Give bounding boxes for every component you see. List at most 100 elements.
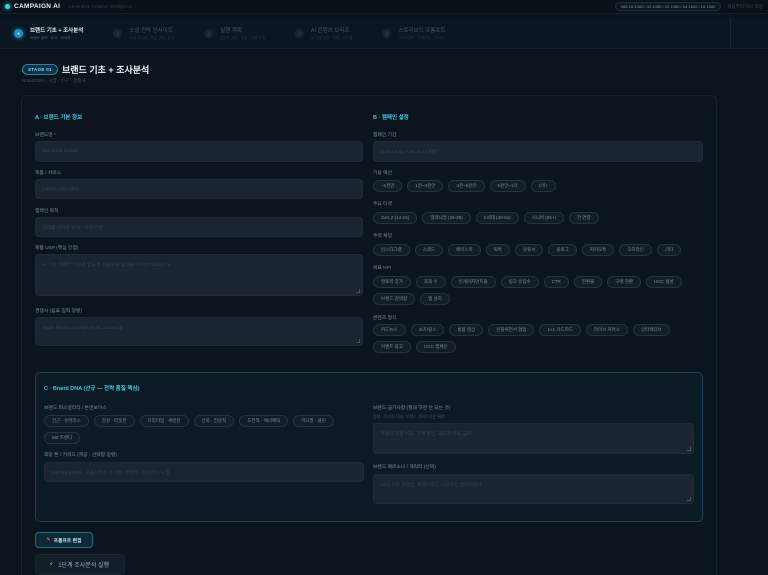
target-chip[interactable]: 전 연령 [568, 212, 599, 224]
content-chip[interactable]: 인플루언서 협업 [488, 324, 535, 336]
personality-label: 브랜드 퍼스널리티 / 톤앤보이스 [44, 406, 107, 411]
budget-chip[interactable]: 1천~3천만 [407, 180, 444, 192]
resize-grip-icon[interactable] [356, 339, 360, 343]
personality-chip[interactable]: 친근 · 유머러스 [44, 415, 89, 427]
content-chip[interactable]: 롱폼 영상 [449, 324, 484, 336]
step-sublabel: 콘텐츠 계획 · 일정 · 실행 단계 [220, 35, 265, 40]
run-stage-button[interactable]: ⚡ 1단계 조사분석 실행 [35, 554, 125, 575]
step-2[interactable]: 2 소셜 전략 인사이트 소셜 미디어 · 채널 전략 · 분석 [113, 26, 174, 41]
stage-badge: STAGE 01 [22, 64, 58, 75]
page-subtitle: Brand DNA · 시장 · 인구 · 경쟁사 [22, 78, 86, 83]
logo-icon [5, 4, 10, 9]
section-a-title: A · 브랜드 기본 정보 [35, 115, 83, 121]
step-3[interactable]: 3 실행 계획 콘텐츠 계획 · 일정 · 실행 단계 [204, 26, 265, 41]
step-5[interactable]: 5 스토리보드 프롬프트 스토리보드 · 프롬프트 · 이미지 [382, 26, 446, 41]
budget-chip[interactable]: ~1천만 [373, 180, 403, 192]
channel-options: 인스타그램 스레드 페이스북 틱톡 유튜브 블로그 카카오톡 오프라인 기타 [373, 244, 703, 256]
target-chip[interactable]: X세대 (40-54) [475, 212, 519, 224]
content-chip[interactable]: UGC 캠페인 [415, 341, 456, 353]
channel-chip[interactable]: 오프라인 [619, 244, 652, 256]
personality-options: 친근 · 유머러스 감성 · 따뜻한 프리미엄 · 세련된 신뢰 · 전문적 도… [44, 415, 364, 444]
budget-chip[interactable]: 3천~5천만 [448, 180, 485, 192]
channel-chip[interactable]: 카카오톡 [581, 244, 615, 256]
usp-label: 제품 USP (핵심 강점) [35, 246, 79, 251]
persona-label: 브랜드 페르소나 / 캐릭터 (선택) [373, 465, 436, 470]
kpi-chip[interactable]: 팔로워 증가 [373, 276, 411, 288]
usp-placeholder: AI 기반 카메라 기능과 압도적 성능으로 일상을 바꾸는 Galaxy AI [42, 263, 171, 268]
top-bar: CAMPAIGN AI Generative Creative Intellig… [0, 0, 768, 14]
wish-tone-input[interactable]: Samsung Blue, 고급스러운 미니멀, 미래적 · 혁신적인 느낌 [44, 462, 364, 482]
budget-chip[interactable]: 1억+ [530, 180, 556, 192]
step-sublabel: 소셜 미디어 · 채널 전략 · 분석 [129, 35, 175, 40]
personality-chip[interactable]: 도전적 · 에너제틱 [239, 415, 289, 427]
budget-chip[interactable]: 5천만~1억 [489, 180, 526, 192]
reset-link[interactable]: 처음부터 다시 작성 [727, 4, 763, 10]
content-chip[interactable]: 이벤트 광고 [373, 341, 411, 353]
kpi-chip[interactable]: 브랜드 검색량 [373, 293, 416, 305]
content-chip[interactable]: 쇼츠/릴스 [410, 324, 445, 336]
kpi-chip[interactable]: CTR [543, 276, 569, 288]
content-chip[interactable]: 1×1 카드피드 [539, 324, 581, 336]
kpi-chip[interactable]: 전환율 [573, 276, 603, 288]
section-c-title: C · Brand DNA (선규 — 전략 품질 핵심) [44, 386, 140, 392]
kpi-options: 팔로워 증가 조회 수 인게이지먼트율 링크 유입수 CTR 전환율 구매 전환… [373, 276, 703, 305]
target-chip[interactable]: 밀레니얼 (25-39) [422, 212, 471, 224]
resize-grip-icon[interactable] [356, 289, 360, 293]
kpi-chip[interactable]: 조회 수 [415, 276, 446, 288]
campaign-goal-label: 캠페인 목적 [35, 209, 59, 214]
prompt-edit-button[interactable]: ✎ 프롬프트 편집 [35, 532, 93, 548]
personality-chip[interactable]: 미니멀 · 클린 [293, 415, 334, 427]
kpi-chip[interactable]: 인게이지먼트율 [450, 276, 496, 288]
channel-chip[interactable]: 인스타그램 [373, 244, 410, 256]
content-chip[interactable]: 카드뉴스 [373, 324, 406, 336]
kpi-chip[interactable]: 앱 설치 [420, 293, 450, 305]
brand-name-label: 브랜드명 * [35, 133, 56, 138]
channel-chip[interactable]: 블로그 [548, 244, 577, 256]
stage-stepper: ● 브랜드 기초 + 조사분석 브랜드 정보 · 조사 · 리서치 2 소셜 전… [0, 18, 768, 49]
target-chip[interactable]: Gen Z (14-24) [373, 212, 418, 224]
app-name: CAMPAIGN AI [14, 3, 61, 10]
persona-placeholder: 30대 초반 직장인, 트렌디하고 스마트한 얼리어답터 [380, 483, 482, 488]
wish-tone-label: 희망 톤 / 키워드 (제공 · 선택형 정렬) [44, 453, 117, 458]
channel-chip[interactable]: 스레드 [414, 244, 444, 256]
content-chip[interactable]: 라이브 커머스 [585, 324, 628, 336]
channel-chip[interactable]: 틱톡 [485, 244, 510, 256]
kpi-chip[interactable]: 구매 전환 [607, 276, 642, 288]
personality-chip[interactable]: 프리미엄 · 세련된 [139, 415, 189, 427]
channel-chip[interactable]: 페이스북 [448, 244, 481, 256]
ban-label: 브랜드 금기사항 (절대 하면 안 되는 것) [373, 406, 451, 411]
personality-chip[interactable]: 신뢰 · 전문적 [193, 415, 235, 427]
step-label: 스토리보드 프롬프트 [398, 27, 446, 34]
channel-label: 주력 채널 [373, 234, 392, 239]
personality-chip[interactable]: 감성 · 따뜻한 [93, 415, 135, 427]
persona-textarea[interactable]: 30대 초반 직장인, 트렌디하고 스마트한 얼리어답터 [373, 474, 694, 504]
product-input[interactable]: Galaxy S25 Ultra [35, 179, 363, 199]
campaign-period-input[interactable]: 2025.05.01 ~ 06.30 (2개월) [373, 141, 703, 162]
channel-chip[interactable]: 기타 [656, 244, 682, 256]
step-1[interactable]: ● 브랜드 기초 + 조사분석 브랜드 정보 · 조사 · 리서치 [14, 26, 83, 41]
resize-grip-icon[interactable] [687, 447, 691, 451]
brand-name-input[interactable]: Samsung Galaxy [35, 141, 363, 162]
channel-chip[interactable]: 유튜브 [514, 244, 544, 256]
competitor-textarea[interactable]: Apple iPhone, Google Pixel, Xiaomi 등 [35, 317, 363, 346]
resize-grip-icon[interactable] [687, 497, 691, 501]
usp-textarea[interactable]: AI 기반 카메라 기능과 압도적 성능으로 일상을 바꾸는 Galaxy AI [35, 254, 363, 296]
step-number-icon: ● [14, 28, 23, 38]
step-sublabel: 브랜드 정보 · 조사 · 리서치 [30, 35, 71, 40]
ban-textarea[interactable]: 경쟁사 직접 비교, 가격 할인, 과도한 약속 금지 [373, 423, 694, 454]
kpi-chip[interactable]: 링크 유입수 [500, 276, 539, 288]
kpi-chip[interactable]: UGC 생성 [646, 276, 682, 288]
target-chip[interactable]: 시니어 (55+) [523, 212, 564, 224]
step-number-icon: 2 [113, 28, 123, 38]
step-4[interactable]: 4 AI 콘텐츠 브리프 AI 자동 생성 · 카피 · 비주얼 [294, 26, 352, 41]
personality-chip[interactable]: MZ 트렌디 [44, 432, 81, 444]
ban-hint: 법적 · 윤리적 이슈, 브랜드 가이드라인 위반 [373, 414, 445, 419]
ban-placeholder: 경쟁사 직접 비교, 가격 할인, 과도한 약속 금지 [380, 432, 472, 437]
campaign-goal-input[interactable]: 신제품 인지도 확대 · 구매 전환 [35, 217, 363, 237]
budget-label: 가용 예산 [373, 171, 392, 176]
lightning-icon: ⚡ [49, 562, 54, 568]
campaign-period-label: 캠페인 기간 [373, 133, 397, 138]
step-number-icon: 5 [382, 28, 392, 38]
content-chip[interactable]: 인터랙티브 [632, 324, 670, 336]
competitor-placeholder: Apple iPhone, Google Pixel, Xiaomi 등 [42, 326, 124, 331]
